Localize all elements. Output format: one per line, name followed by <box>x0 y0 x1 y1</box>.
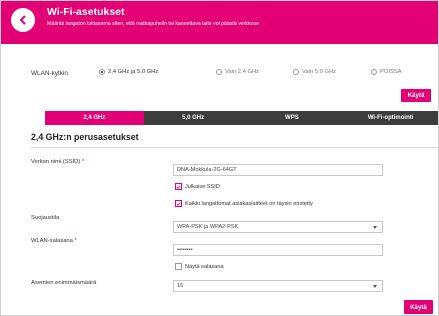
radio-option-label: Vain 5,0 GHz <box>302 69 337 75</box>
section-divider <box>31 147 438 148</box>
checkbox-box <box>175 183 182 190</box>
dropdown-arrow-icon <box>373 284 377 288</box>
isolate-clients-label: Kaikki langattomat asiakaslaitteet on tä… <box>185 200 313 207</box>
required-mark: * <box>74 238 77 244</box>
radio-off[interactable]: POISSA <box>371 69 402 75</box>
checkmark-icon <box>176 201 181 206</box>
max-stations-select[interactable]: 16 <box>173 280 383 292</box>
password-input[interactable]: •••••••• <box>173 244 383 256</box>
wlan-switch-row: WLAN-kytkin 2,4 GHz ja 5,0 GHz Vain 2,4 … <box>1 69 438 81</box>
wifi-settings-window: Wi-Fi-asetukset Määritä langaton tukiase… <box>0 0 439 316</box>
required-mark: * <box>81 159 85 165</box>
radio-option-label: Vain 2,4 GHz <box>225 69 260 75</box>
band-tabs: 2,4 GHz 5,0 GHz WPS Wi-Fi-optimointi <box>45 111 438 125</box>
radio-option-label: 2,4 GHz ja 5,0 GHz <box>108 69 159 75</box>
security-label: Suojaustila <box>31 215 60 221</box>
max-stations-label: Asemien enimmäismäärä <box>31 280 97 286</box>
dropdown-arrow-icon <box>373 225 377 229</box>
password-label: WLAN-salasana * <box>31 238 77 244</box>
isolate-clients-checkbox[interactable]: Kaikki langattomat asiakaslaitteet on tä… <box>175 200 313 207</box>
checkmark-icon <box>176 184 181 189</box>
publish-ssid-label: Julkaise SSID <box>185 183 220 190</box>
page-subtitle: Määritä langaton tukiasema siten, että m… <box>47 21 260 27</box>
radio-only-5g[interactable]: Vain 5,0 GHz <box>293 69 336 75</box>
radio-only-2g[interactable]: Vain 2,4 GHz <box>216 69 259 75</box>
publish-ssid-checkbox[interactable]: Julkaise SSID <box>175 183 220 190</box>
ssid-label: Verkon nimi (SSID) * <box>31 159 84 165</box>
form-apply-button[interactable]: Käytä <box>404 300 433 314</box>
tab-wifi-optimization[interactable]: Wi-Fi-optimointi <box>341 111 438 125</box>
ssid-label-text: Verkon nimi (SSID) <box>31 159 81 165</box>
wlan-switch-label: WLAN-kytkin <box>31 70 68 77</box>
checkbox-box <box>175 200 182 207</box>
chevron-left-icon <box>20 15 26 25</box>
radio-dot <box>99 69 105 75</box>
max-stations-select-value: 16 <box>177 283 184 289</box>
checkbox-box <box>175 263 182 270</box>
tab-wps[interactable]: WPS <box>243 111 342 125</box>
security-select-value: WPA-PSK ja WPA2-PSK <box>177 224 239 230</box>
password-label-text: WLAN-salasana <box>31 238 73 244</box>
tab-5ghz[interactable]: 5,0 GHz <box>144 111 243 125</box>
back-button[interactable] <box>11 8 35 32</box>
show-password-label: Näytä salasana <box>185 263 224 270</box>
section-title: 2,4 GHz:n perusasetukset <box>31 132 139 142</box>
radio-dot <box>216 69 222 75</box>
ssid-input[interactable]: DNA-Mokkula-2G-64GT <box>173 164 383 176</box>
radio-option-label: POISSA <box>380 69 402 75</box>
radio-dot <box>371 69 377 75</box>
security-select[interactable]: WPA-PSK ja WPA2-PSK <box>173 221 383 233</box>
page-title: Wi-Fi-asetukset <box>47 6 125 18</box>
page-header: Wi-Fi-asetukset Määritä langaton tukiase… <box>1 1 438 44</box>
show-password-checkbox[interactable]: Näytä salasana <box>175 263 224 270</box>
radio-both-bands[interactable]: 2,4 GHz ja 5,0 GHz <box>99 69 158 75</box>
radio-dot <box>293 69 299 75</box>
tab-2-4ghz[interactable]: 2,4 GHz <box>45 111 144 125</box>
wlan-apply-button[interactable]: Käytä <box>401 89 431 102</box>
